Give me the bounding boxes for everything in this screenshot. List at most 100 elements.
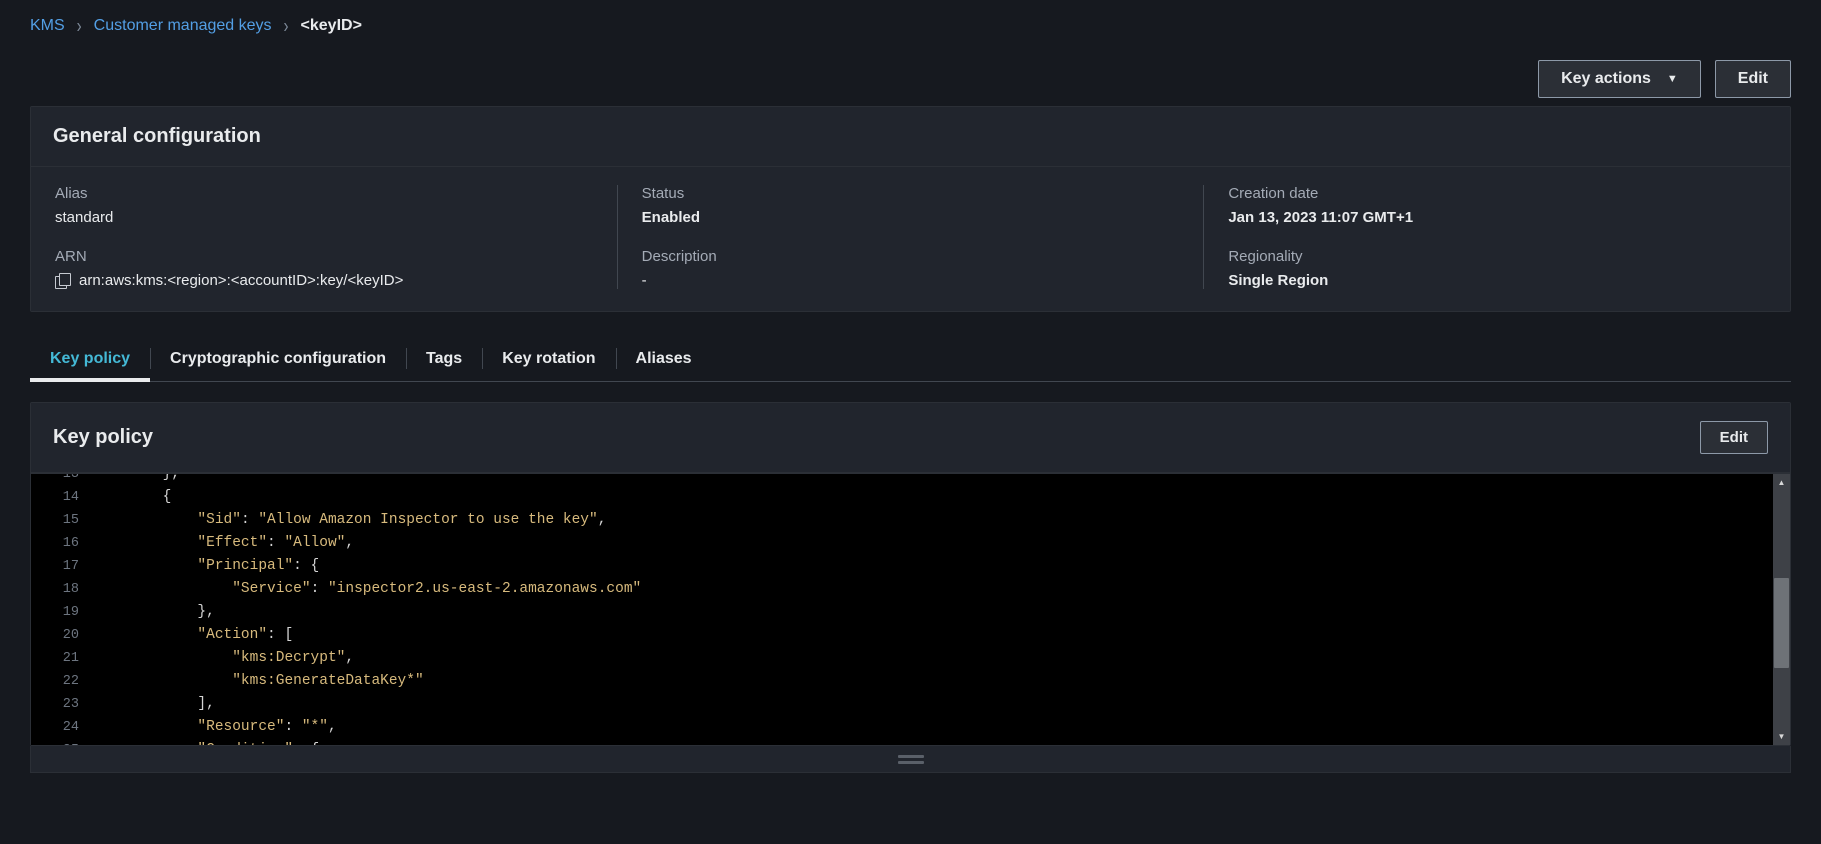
editor-resize-handle[interactable] (30, 746, 1791, 773)
breadcrumb-item-keyid: <keyID> (301, 17, 362, 35)
line-number: 16 (31, 532, 93, 555)
copy-icon[interactable] (55, 273, 70, 288)
code-line: 22 "kms:GenerateDataKey*" (31, 670, 1773, 693)
scroll-up-icon[interactable]: ▲ (1773, 474, 1790, 491)
tab-cryptographic-configuration-label: Cryptographic configuration (170, 350, 386, 368)
field-arn-value-row: arn:aws:kms:<region>:<accountID>:key/<ke… (55, 272, 593, 289)
key-policy-card: Key policy Edit 13 },14 {15 "Sid": "Allo… (30, 402, 1791, 746)
code-line-text: "kms:Decrypt", (93, 647, 354, 670)
field-creation-date-value: Jan 13, 2023 11:07 GMT+1 (1228, 209, 1766, 226)
code-line: 17 "Principal": { (31, 555, 1773, 578)
chevron-down-icon: ▼ (1667, 74, 1678, 85)
page-action-bar: Key actions ▼ Edit (0, 52, 1821, 106)
code-line-text: }, (93, 474, 180, 486)
tab-key-rotation[interactable]: Key rotation (482, 336, 615, 381)
field-alias-label: Alias (55, 185, 593, 202)
line-number: 20 (31, 624, 93, 647)
general-configuration-body: Alias standard ARN arn:aws:kms:<region>:… (31, 167, 1790, 311)
tab-tags-label: Tags (426, 350, 462, 368)
field-description-label: Description (642, 248, 1180, 265)
code-line-text: "Resource": "*", (93, 716, 337, 739)
key-policy-editor[interactable]: 13 },14 {15 "Sid": "Allow Amazon Inspect… (31, 473, 1790, 745)
code-line-text: "Principal": { (93, 555, 319, 578)
resize-grip-icon (898, 755, 924, 764)
breadcrumb-separator-icon: › (77, 15, 82, 38)
code-line: 13 }, (31, 474, 1773, 486)
field-alias-value: standard (55, 209, 593, 226)
code-line-text: "Sid": "Allow Amazon Inspector to use th… (93, 509, 606, 532)
code-line-text: "kms:GenerateDataKey*" (93, 670, 424, 693)
field-description: Description - (642, 248, 1180, 289)
scrollbar-thumb[interactable] (1774, 578, 1789, 668)
field-status: Status Enabled (642, 185, 1180, 226)
code-line: 23 ], (31, 693, 1773, 716)
tab-key-policy-label: Key policy (50, 350, 130, 368)
tab-key-rotation-label: Key rotation (502, 350, 595, 368)
code-line-text: "Service": "inspector2.us-east-2.amazona… (93, 578, 641, 601)
code-line-text: }, (93, 601, 215, 624)
field-arn-label: ARN (55, 248, 593, 265)
field-alias: Alias standard (55, 185, 593, 226)
line-number: 19 (31, 601, 93, 624)
field-regionality: Regionality Single Region (1228, 248, 1766, 289)
line-number: 17 (31, 555, 93, 578)
tab-cryptographic-configuration[interactable]: Cryptographic configuration (150, 336, 406, 381)
line-number: 21 (31, 647, 93, 670)
code-line: 25 "Condition": { (31, 739, 1773, 745)
tab-tags[interactable]: Tags (406, 336, 482, 381)
key-policy-code-lines: 13 },14 {15 "Sid": "Allow Amazon Inspect… (31, 474, 1773, 745)
field-status-label: Status (642, 185, 1180, 202)
line-number: 14 (31, 486, 93, 509)
code-line: 18 "Service": "inspector2.us-east-2.amaz… (31, 578, 1773, 601)
field-regionality-label: Regionality (1228, 248, 1766, 265)
field-creation-date-label: Creation date (1228, 185, 1766, 202)
line-number: 13 (31, 474, 93, 486)
field-description-value: - (642, 272, 1180, 289)
code-line: 15 "Sid": "Allow Amazon Inspector to use… (31, 509, 1773, 532)
config-column-3: Creation date Jan 13, 2023 11:07 GMT+1 R… (1203, 185, 1790, 289)
key-actions-button[interactable]: Key actions ▼ (1538, 60, 1701, 98)
line-number: 18 (31, 578, 93, 601)
line-number: 25 (31, 739, 93, 745)
breadcrumb-item-customer-managed-keys[interactable]: Customer managed keys (94, 17, 272, 35)
field-regionality-value: Single Region (1228, 272, 1766, 289)
key-policy-header: Key policy Edit (31, 403, 1790, 473)
field-arn: ARN arn:aws:kms:<region>:<accountID>:key… (55, 248, 593, 289)
field-arn-value: arn:aws:kms:<region>:<accountID>:key/<ke… (79, 272, 403, 289)
code-line: 20 "Action": [ (31, 624, 1773, 647)
breadcrumb-item-kms[interactable]: KMS (30, 17, 65, 35)
key-detail-tabs: Key policy Cryptographic configuration T… (30, 336, 1791, 382)
code-line: 21 "kms:Decrypt", (31, 647, 1773, 670)
code-line-text: "Condition": { (93, 739, 319, 745)
key-policy-title: Key policy (53, 426, 153, 449)
line-number: 15 (31, 509, 93, 532)
key-policy-code-area[interactable]: 13 },14 {15 "Sid": "Allow Amazon Inspect… (31, 474, 1773, 745)
tab-aliases[interactable]: Aliases (616, 336, 712, 381)
code-line: 16 "Effect": "Allow", (31, 532, 1773, 555)
line-number: 24 (31, 716, 93, 739)
code-line: 14 { (31, 486, 1773, 509)
general-configuration-title: General configuration (53, 125, 261, 148)
tab-key-policy[interactable]: Key policy (30, 336, 150, 381)
breadcrumb: KMS › Customer managed keys › <keyID> (0, 0, 1821, 52)
config-column-2: Status Enabled Description - (617, 185, 1204, 289)
general-configuration-header: General configuration (31, 107, 1790, 167)
line-number: 22 (31, 670, 93, 693)
code-line-text: "Action": [ (93, 624, 293, 647)
key-actions-label: Key actions (1561, 70, 1651, 88)
code-line-text: "Effect": "Allow", (93, 532, 354, 555)
tab-aliases-label: Aliases (636, 350, 692, 368)
code-line-text: ], (93, 693, 215, 716)
status-badge: Enabled (642, 209, 1180, 226)
editor-vertical-scrollbar[interactable]: ▲ ▼ (1773, 474, 1790, 745)
code-line-text: { (93, 486, 171, 509)
scroll-down-icon[interactable]: ▼ (1773, 728, 1790, 745)
code-line: 24 "Resource": "*", (31, 716, 1773, 739)
breadcrumb-separator-icon: › (284, 15, 289, 38)
edit-key-button[interactable]: Edit (1715, 60, 1791, 98)
edit-key-policy-button[interactable]: Edit (1700, 421, 1768, 454)
line-number: 23 (31, 693, 93, 716)
general-configuration-card: General configuration Alias standard ARN… (30, 106, 1791, 312)
code-line: 19 }, (31, 601, 1773, 624)
field-creation-date: Creation date Jan 13, 2023 11:07 GMT+1 (1228, 185, 1766, 226)
